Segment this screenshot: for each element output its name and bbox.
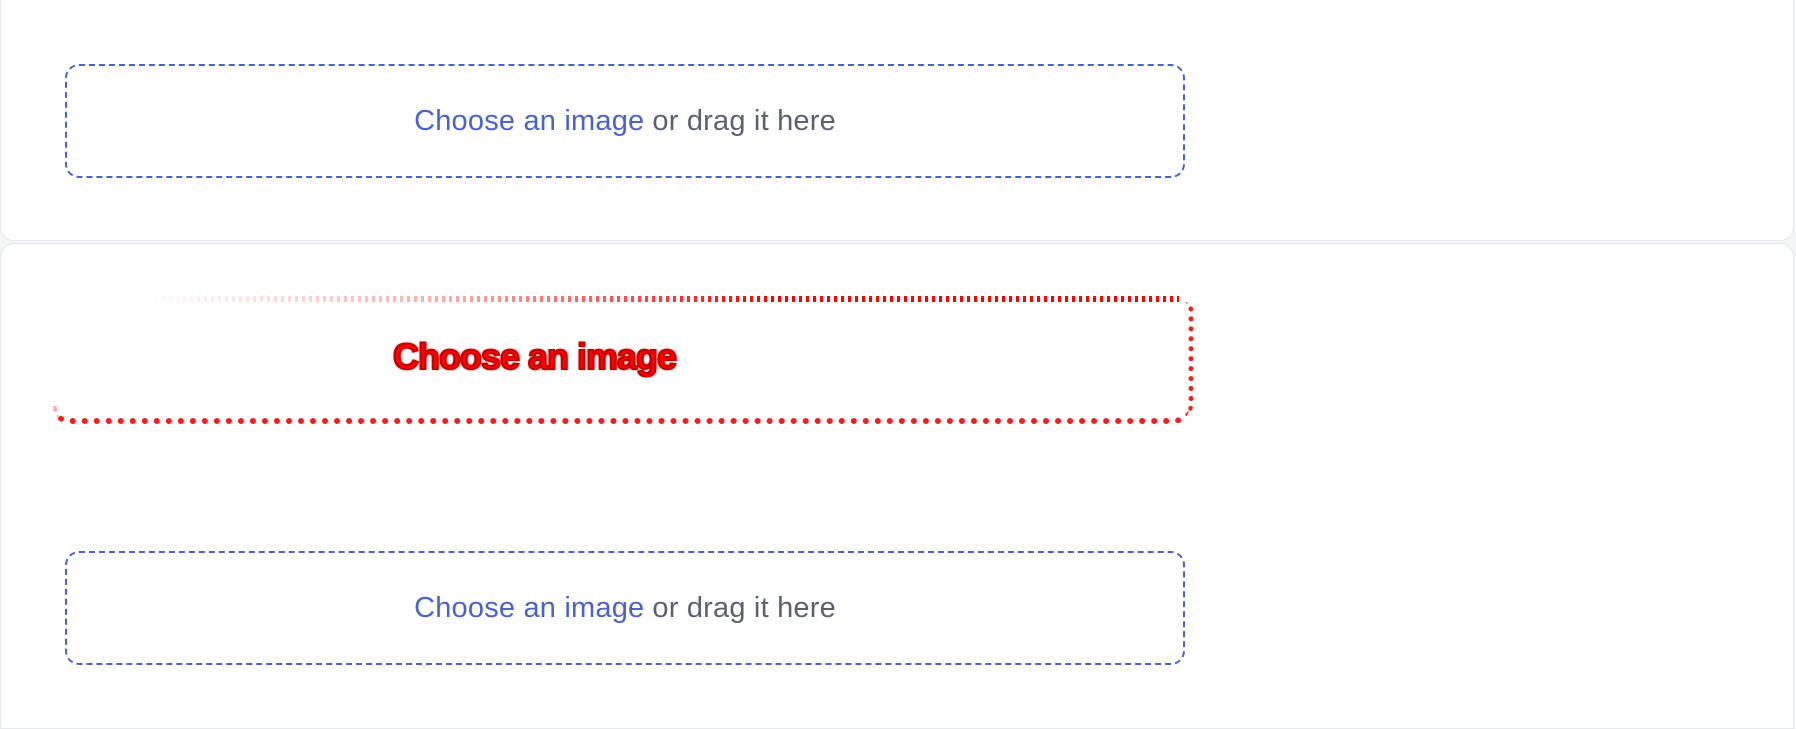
drag-hint-3: or drag it here bbox=[652, 591, 836, 624]
glitch-border-top bbox=[148, 296, 1179, 302]
drag-hint-1: or drag it here bbox=[652, 104, 836, 137]
upload-card-1: Choose an image or drag it here bbox=[0, 0, 1794, 241]
upload-card-2: Choose an image Choose an image or drag … bbox=[0, 243, 1794, 729]
image-dropzone-2-glitched[interactable]: Choose an image bbox=[53, 296, 1193, 424]
choose-image-link-1[interactable]: Choose an image bbox=[414, 105, 644, 138]
choose-image-link-3[interactable]: Choose an image bbox=[414, 592, 644, 625]
image-dropzone-3[interactable]: Choose an image or drag it here bbox=[65, 551, 1185, 665]
glitch-border-bottom bbox=[53, 406, 1189, 424]
image-dropzone-1[interactable]: Choose an image or drag it here bbox=[65, 64, 1185, 178]
glitch-border-right bbox=[1185, 302, 1193, 414]
choose-image-link-2[interactable]: Choose an image bbox=[392, 335, 678, 378]
